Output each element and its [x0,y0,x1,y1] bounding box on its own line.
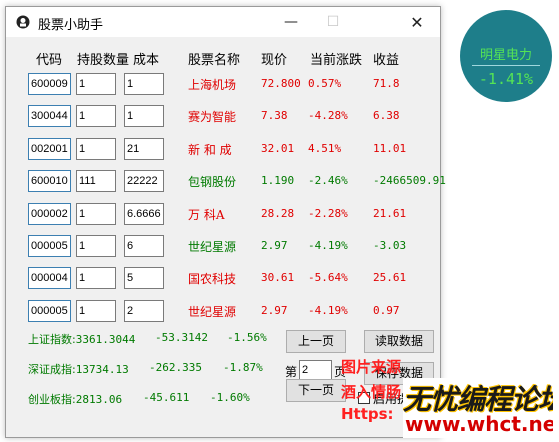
header-change: 当前涨跌 [310,52,363,67]
watermark-url: Https: [341,405,394,423]
index-value: 13734.13 [75,363,129,376]
index-label: 上证指数: [28,333,76,346]
stock-price: 2.97 [261,239,288,252]
watermark-source: 图片来源 [341,358,402,376]
stock-change: -4.28% [308,109,348,122]
stock-code-input[interactable]: 300044 [28,105,71,127]
index-label: 创业板指: [28,393,76,406]
watermark-banner-url: www.whct.net [405,412,553,436]
stock-profit: 6.38 [373,109,400,122]
widget-stock-change: -1.41% [478,70,534,88]
index-shenzhen: 深证成指:13734.13 [28,361,129,377]
quantity-input[interactable]: 1 [76,138,116,160]
header-qty: 持股数量 [77,52,130,67]
index-change: -53.3142 [155,331,208,344]
stock-name: 国农科技 [188,272,237,286]
next-page-button[interactable]: 下一页 [286,379,346,402]
stock-name: 世纪星源 [188,305,237,319]
stock-code-input[interactable]: 600009 [28,73,71,95]
quantity-input[interactable]: 1 [76,235,116,257]
stock-profit: 21.61 [373,207,407,220]
widget-divider [472,65,540,66]
cost-input[interactable]: 6.6666 [124,203,164,225]
stock-price: 2.97 [261,304,288,317]
stock-change: -2.46% [308,174,348,187]
header-cost: 成本 [133,52,160,67]
watermark-author: 酒入情肠 [341,383,402,401]
header-profit: 收益 [373,52,400,67]
stock-price: 32.01 [261,142,295,155]
stock-price: 1.190 [261,174,295,187]
header-code: 代码 [36,52,63,67]
stock-name: 赛为智能 [188,110,237,124]
stock-change: -4.19% [308,304,348,317]
cost-input[interactable]: 5 [124,267,164,289]
stock-profit: 0.97 [373,304,400,317]
prev-page-button[interactable]: 上一页 [286,330,346,353]
cost-input[interactable]: 1 [124,73,164,95]
widget-stock-name: 明星电力 [479,48,532,63]
stock-name: 世纪星源 [188,240,237,254]
index-chinext: 创业板指:2813.06 [28,391,122,407]
stock-name: 万 科A [188,208,225,222]
quantity-input[interactable]: 1 [76,300,116,322]
watermark-banner: 无忧编程论坛 www.whct.net [403,378,553,438]
cost-input[interactable]: 1 [124,105,164,127]
stock-name: 包钢股份 [188,175,237,189]
stock-change: -4.19% [308,239,348,252]
minimize-button[interactable]: — [270,7,312,37]
stock-change: 4.51% [308,142,342,155]
stock-profit: -2466509.91 [373,174,446,187]
stock-price: 7.38 [261,109,288,122]
stock-price: 28.28 [261,207,295,220]
header-name: 股票名称 [188,52,241,67]
stock-profit: 25.61 [373,271,407,284]
cost-input[interactable]: 6 [124,235,164,257]
index-value: 3361.3044 [75,333,136,346]
title-bar[interactable]: 股票小助手 — ☐ ✕ [6,7,440,37]
read-data-button[interactable]: 读取数据 [364,330,434,353]
page-number-input[interactable]: 2 [299,360,332,380]
floating-stock-widget[interactable]: 明星电力 -1.41% [460,10,552,102]
stock-profit: 11.01 [373,142,407,155]
stock-price: 30.61 [261,271,295,284]
quantity-input[interactable]: 1 [76,203,116,225]
stock-profit: 71.8 [373,77,400,90]
index-pct: -1.60% [210,391,250,404]
quantity-input[interactable]: 1 [76,267,116,289]
window-title: 股票小助手 [38,17,104,32]
page-prefix: 第 [285,365,298,379]
stock-code-input[interactable]: 000002 [28,203,71,225]
cost-input[interactable]: 21 [124,138,164,160]
stock-price: 72.800 [261,77,301,90]
stock-name: 新 和 成 [188,143,232,157]
maximize-button[interactable]: ☐ [312,7,354,37]
app-icon [16,15,30,29]
index-shanghai: 上证指数:3361.3044 [28,331,135,347]
cost-input[interactable]: 2 [124,300,164,322]
cost-input[interactable]: 22222 [124,170,164,192]
stock-change: -2.28% [308,207,348,220]
quantity-input[interactable]: 1 [76,105,116,127]
header-price: 现价 [261,52,288,67]
stock-code-input[interactable]: 000004 [28,267,71,289]
index-pct: -1.56% [227,331,267,344]
index-value: 2813.06 [75,393,123,406]
stock-code-input[interactable]: 000005 [28,300,71,322]
stock-code-input[interactable]: 002001 [28,138,71,160]
index-pct: -1.87% [223,361,263,374]
index-label: 深证成指: [28,363,76,376]
index-change: -45.611 [143,391,190,404]
stock-profit: -3.03 [373,239,407,252]
stock-change: -5.64% [308,271,348,284]
quantity-input[interactable]: 1 [76,73,116,95]
stock-code-input[interactable]: 600010 [28,170,71,192]
quantity-input[interactable]: 111 [76,170,116,192]
stock-name: 上海机场 [188,78,237,92]
index-change: -262.335 [149,361,202,374]
stock-code-input[interactable]: 000005 [28,235,71,257]
close-button[interactable]: ✕ [396,7,438,37]
stock-change: 0.57% [308,77,342,90]
